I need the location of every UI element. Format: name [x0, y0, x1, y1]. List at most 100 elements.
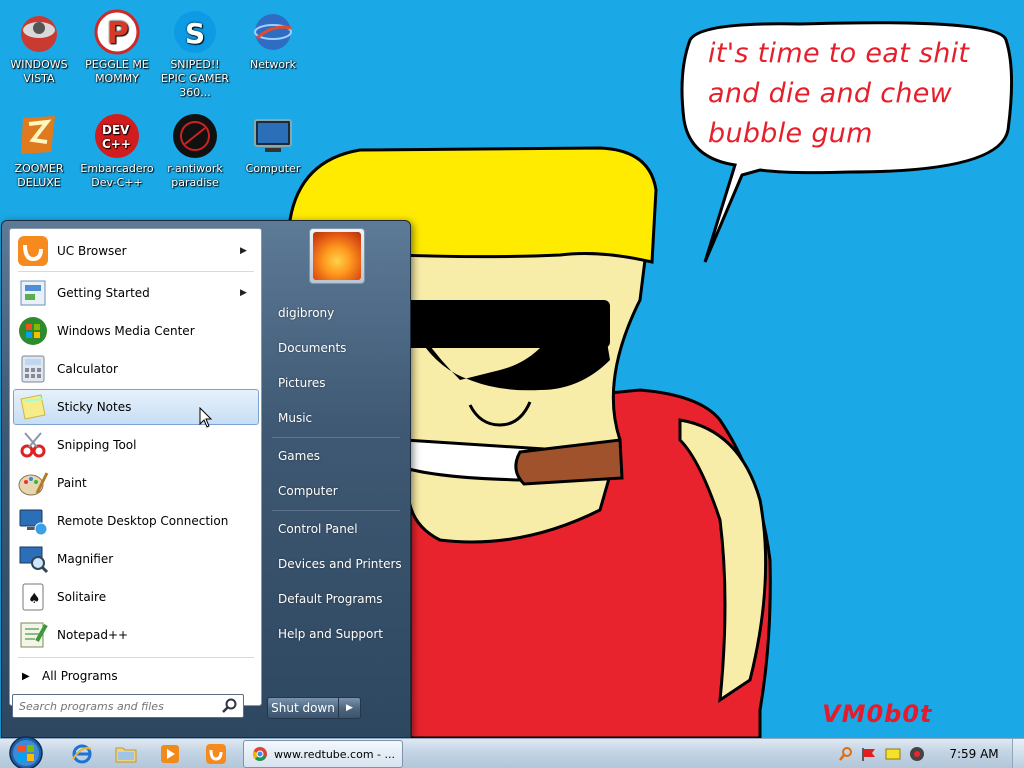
program-paint[interactable]: Paint [13, 465, 259, 501]
shutdown-button[interactable]: Shut down [267, 697, 339, 719]
desktop-icon-peggle[interactable]: P PEGGLE ME MOMMY [80, 8, 154, 86]
desktop-icon-windows-vista[interactable]: WINDOWS VISTA [2, 8, 76, 86]
windows-vista-icon [21, 16, 57, 52]
media-player-icon [161, 745, 179, 763]
submenu-arrow-icon: ▶ [240, 246, 247, 256]
desktop-icon-label: SNIPED!! EPIC GAMER 360... [160, 58, 230, 99]
taskbar-ie-button[interactable] [62, 741, 102, 767]
program-notepadpp[interactable]: Notepad++ [13, 617, 259, 653]
chrome-icon [252, 747, 267, 761]
search-input[interactable] [19, 696, 221, 716]
notepadpp-icon [20, 622, 48, 648]
programs-pane: UC Browser ▶ Getting Started ▶ Windows M… [9, 228, 262, 706]
program-label: Windows Media Center [57, 324, 195, 338]
shutdown-options-arrow-icon[interactable]: ▶ [339, 697, 361, 719]
program-label: Notepad++ [57, 628, 129, 642]
taskbar: www.redtube.com - ... 7:59 AM [0, 736, 1024, 768]
desktop-icon-zoomer[interactable]: ZOOMER DELUXE [2, 112, 76, 190]
mouse-cursor-icon [199, 407, 213, 428]
antiwork-icon [173, 114, 217, 158]
show-desktop-button[interactable] [1012, 739, 1024, 768]
programs-divider [18, 657, 254, 658]
svg-text:♠: ♠ [28, 591, 41, 607]
devcpp-icon: DEVC++ [95, 114, 139, 158]
user-avatar[interactable] [309, 228, 365, 284]
search-tray-icon[interactable] [838, 746, 854, 762]
menu-devices-printers[interactable]: Devices and Printers [268, 548, 406, 580]
taskbar-chrome-window[interactable]: www.redtube.com - ... [243, 740, 403, 768]
programs-divider [18, 271, 254, 272]
sticky-notes-icon [20, 394, 46, 420]
desktop-icon-computer[interactable]: Computer [236, 112, 310, 176]
zoomer-icon [21, 116, 55, 154]
computer-icon [254, 119, 292, 152]
menu-user-folder[interactable]: digibrony [268, 297, 406, 329]
paint-icon [18, 472, 49, 496]
menu-default-programs[interactable]: Default Programs [268, 583, 406, 615]
menu-control-panel[interactable]: Control Panel [268, 513, 406, 545]
search-box[interactable] [12, 694, 244, 718]
all-programs-arrow-icon: ▶ [22, 670, 30, 682]
menu-computer[interactable]: Computer [268, 475, 406, 507]
program-getting-started[interactable]: Getting Started ▶ [13, 275, 259, 311]
magnifier-icon [19, 546, 49, 574]
program-sticky-notes[interactable]: Sticky Notes [13, 389, 259, 425]
desktop-icon-label: Embarcadero Dev-C++ [80, 162, 154, 189]
start-menu: UC Browser ▶ Getting Started ▶ Windows M… [1, 220, 411, 738]
desktop-icon-devcpp[interactable]: DEV C++ Embarcadero Dev-C++ [80, 112, 154, 190]
program-magnifier[interactable]: Magnifier [13, 541, 259, 577]
notification-yellow-icon[interactable] [884, 746, 902, 762]
artist-signature: VM0b0t [822, 700, 933, 728]
program-label: Snipping Tool [57, 438, 137, 452]
program-solitaire[interactable]: ♠ Solitaire [13, 579, 259, 615]
program-label: Getting Started [57, 286, 150, 300]
start-button[interactable] [4, 733, 48, 768]
desktop-icon-label: ZOOMER DELUXE [14, 162, 64, 189]
program-remote-desktop[interactable]: Remote Desktop Connection [13, 503, 259, 539]
uc-browser-icon [206, 744, 226, 764]
search-icon[interactable] [221, 697, 239, 715]
network-icon [254, 14, 292, 50]
desktop-icon-network[interactable]: Network [236, 8, 310, 72]
solitaire-icon: ♠ [22, 583, 44, 611]
skype-icon: S [174, 11, 216, 53]
remote-desktop-icon [19, 509, 48, 536]
snipping-tool-icon [20, 432, 46, 458]
speech-bubble-text: it's time to eat shit and die and chew b… [708, 38, 970, 149]
taskbar-uc-browser-button[interactable] [196, 741, 236, 767]
desktop-icon-label: PEGGLE ME MOMMY [85, 58, 149, 85]
desktop-icon-label: WINDOWS VISTA [10, 58, 68, 85]
svg-text:P: P [107, 16, 129, 51]
all-programs-button[interactable]: ▶ All Programs [16, 663, 256, 689]
action-center-flag-icon[interactable] [860, 746, 878, 762]
submenu-arrow-icon: ▶ [240, 288, 247, 298]
getting-started-icon [20, 280, 46, 306]
menu-games[interactable]: Games [268, 440, 406, 472]
program-label: Magnifier [57, 552, 114, 566]
volume-icon[interactable] [908, 745, 926, 763]
program-uc-browser[interactable]: UC Browser ▶ [13, 233, 259, 269]
desktop-icon-label: Computer [245, 162, 301, 175]
program-windows-media-center[interactable]: Windows Media Center [13, 313, 259, 349]
media-center-icon [19, 317, 47, 345]
uc-browser-icon [18, 236, 48, 266]
taskbar-media-player-button[interactable] [150, 741, 190, 767]
right-pane-divider [272, 510, 400, 511]
desktop-icon-sniped[interactable]: S SNIPED!! EPIC GAMER 360... [158, 8, 232, 100]
svg-text:DEV: DEV [102, 123, 130, 137]
taskbar-explorer-button[interactable] [106, 741, 146, 767]
program-snipping-tool[interactable]: Snipping Tool [13, 427, 259, 463]
program-calculator[interactable]: Calculator [13, 351, 259, 387]
desktop-icon-label: r-antiwork paradise [167, 162, 223, 189]
peggle-icon: P [94, 9, 140, 55]
menu-help-support[interactable]: Help and Support [268, 618, 406, 650]
menu-music[interactable]: Music [268, 402, 406, 434]
program-label: Solitaire [57, 590, 107, 604]
desktop-icon-antiwork[interactable]: r-antiwork paradise [158, 112, 232, 190]
menu-documents[interactable]: Documents [268, 332, 406, 364]
desktop-icon-label: Network [250, 58, 296, 71]
flower-picture-icon [313, 232, 361, 280]
taskbar-clock[interactable]: 7:59 AM [948, 739, 1000, 768]
internet-explorer-icon [72, 744, 92, 764]
menu-pictures[interactable]: Pictures [268, 367, 406, 399]
